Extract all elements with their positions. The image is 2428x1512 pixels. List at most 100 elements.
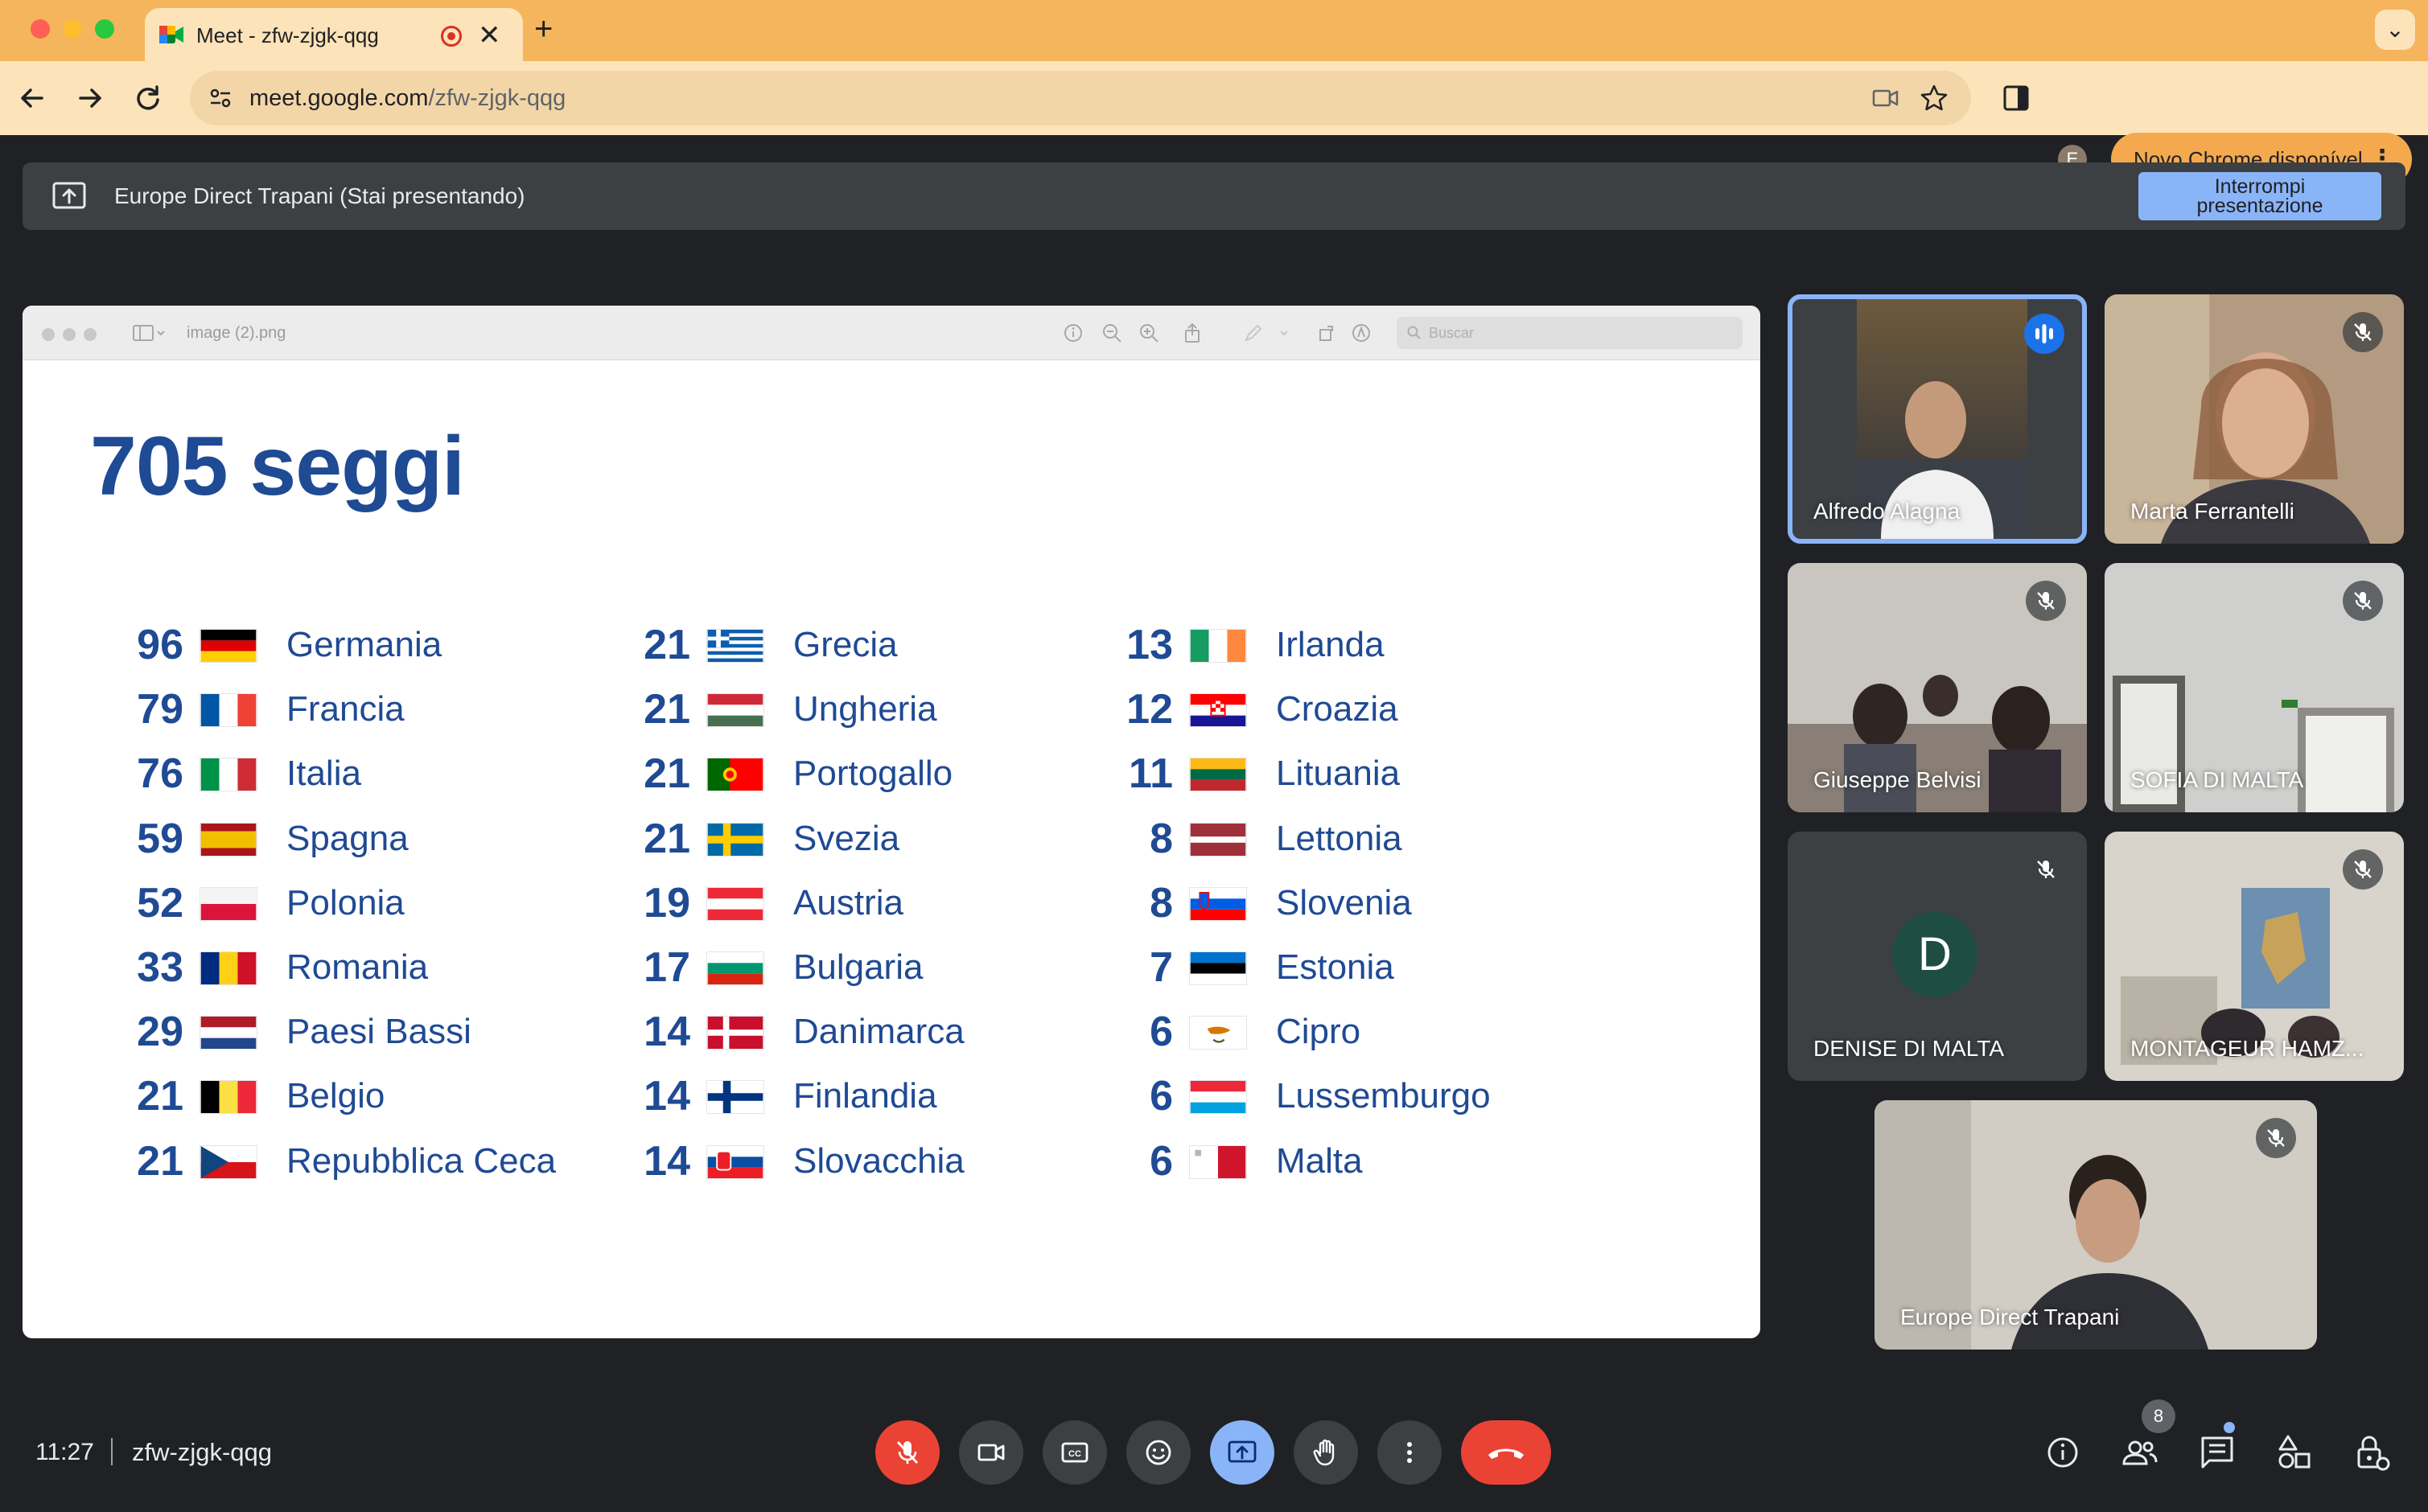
- participant-name: DENISE DI MALTA: [1813, 1036, 2005, 1061]
- country-row-cyprus: 6 Cipro: [1101, 1008, 1551, 1056]
- muted-mic-icon: [2343, 849, 2383, 890]
- country-name: Malta: [1276, 1140, 1363, 1181]
- participant-name: Giuseppe Belvisi: [1813, 767, 1981, 792]
- people-button[interactable]: [2117, 1430, 2163, 1475]
- reload-icon[interactable]: [127, 77, 169, 119]
- country-row-greece: 21 Grecia: [618, 621, 1068, 669]
- country-name: Francia: [286, 689, 405, 729]
- raise-hand-button[interactable]: [1294, 1420, 1358, 1485]
- tab-search-button[interactable]: ⌄: [2375, 10, 2415, 50]
- seat-count: 6: [1150, 1073, 1173, 1120]
- reactions-button[interactable]: [1126, 1420, 1191, 1485]
- meeting-details-button[interactable]: [2040, 1430, 2085, 1475]
- participant-tile-europe-direct-trapani[interactable]: Europe Direct Trapani: [1874, 1100, 2317, 1350]
- muted-mic-icon: [2026, 849, 2066, 890]
- flag-france-icon: [200, 693, 257, 728]
- browser-tab-bar: Meet - zfw-zjgk-qqg ✕ + ⌄: [0, 0, 2428, 61]
- window-minimize-button[interactable]: [63, 19, 82, 39]
- country-row-slovakia: 14 Slovacchia: [618, 1137, 1068, 1185]
- country-name: Lituania: [1276, 754, 1401, 794]
- seat-count: 7: [1150, 944, 1173, 991]
- meeting-code: zfw-zjgk-qqg: [132, 1438, 272, 1466]
- viewer-search-placeholder: Buscar: [1429, 325, 1475, 341]
- viewer-info-icon: [1064, 324, 1082, 342]
- flag-estonia-icon: [1189, 951, 1247, 985]
- country-name: Austria: [793, 882, 903, 922]
- participant-tile-marta-ferrantelli[interactable]: Marta Ferrantelli: [2105, 294, 2404, 544]
- country-name: Spagna: [286, 818, 409, 858]
- stop-presenting-label-line1: Interrompi: [2214, 175, 2306, 198]
- seat-count: 14: [644, 1073, 690, 1120]
- muted-mic-icon: [2343, 581, 2383, 621]
- country-row-slovenia: 8 Slovenia: [1101, 879, 1551, 927]
- bookmark-star-icon[interactable]: [1918, 82, 1950, 114]
- country-row-lithuania: 11 Lituania: [1101, 750, 1551, 798]
- stop-presenting-button[interactable]: Interrompi presentazione: [2138, 172, 2381, 220]
- present-screen-icon: [52, 182, 86, 209]
- browser-tab-meet[interactable]: Meet - zfw-zjgk-qqg ✕: [145, 8, 523, 61]
- country-name: Svezia: [793, 818, 900, 858]
- country-name: Italia: [286, 754, 361, 794]
- camera-toggle-button[interactable]: [959, 1420, 1023, 1485]
- flag-malta-icon: [1189, 1144, 1247, 1179]
- speaking-indicator-icon: [2024, 314, 2064, 354]
- country-row-germany: 96 Germania: [111, 621, 562, 669]
- flag-slovenia-icon: [1189, 886, 1247, 921]
- side-panel-icon[interactable]: [1997, 79, 2035, 117]
- google-meet-favicon-icon: [159, 26, 183, 43]
- seat-count: 14: [644, 1009, 690, 1056]
- new-tab-button[interactable]: +: [534, 13, 553, 45]
- flag-germany-icon: [200, 629, 257, 663]
- host-controls-button[interactable]: [2349, 1430, 2394, 1475]
- flag-luxembourg-icon: [1189, 1080, 1247, 1115]
- present-screen-icon: [1228, 1440, 1257, 1463]
- flag-czechia-icon: [200, 1144, 257, 1179]
- country-name: Grecia: [793, 625, 898, 664]
- window-close-button[interactable]: [31, 19, 50, 39]
- country-row-poland: 52 Polonia: [111, 879, 562, 927]
- country-row-france: 79 Francia: [111, 685, 562, 733]
- country-name: Belgio: [286, 1076, 385, 1116]
- country-row-ireland: 13 Irlanda: [1101, 621, 1551, 669]
- participant-tile-sofia-di-malta[interactable]: SOFIA DI MALTA: [2105, 563, 2404, 812]
- address-bar[interactable]: meet.google.com/zfw-zjgk-qqg: [190, 71, 1971, 125]
- seat-count: 29: [137, 1009, 183, 1056]
- microphone-toggle-button[interactable]: [875, 1420, 940, 1485]
- flag-ireland-icon: [1189, 629, 1247, 663]
- captions-button[interactable]: CC: [1043, 1420, 1107, 1485]
- back-arrow-icon[interactable]: [11, 77, 53, 119]
- tab-close-button[interactable]: ✕: [478, 18, 501, 53]
- people-count-badge: 8: [2142, 1399, 2175, 1433]
- flag-portugal-icon: [706, 758, 764, 792]
- viewer-zoom-out-icon: [1103, 324, 1121, 343]
- participant-tile-giuseppe-belvisi[interactable]: Giuseppe Belvisi: [1788, 563, 2087, 812]
- country-row-czechia: 21 Repubblica Ceca: [111, 1137, 562, 1185]
- more-vert-icon: [1407, 1442, 1412, 1463]
- emoji-icon: [1146, 1440, 1171, 1465]
- seat-count: 96: [137, 622, 183, 668]
- participant-tile-montageur[interactable]: MONTAGEUR HAMZ...: [2105, 832, 2404, 1081]
- more-options-button[interactable]: [1377, 1420, 1442, 1485]
- country-name: Germania: [286, 625, 442, 664]
- shared-screen: image (2).png Buscar 705 seggi 96 Germani…: [23, 306, 1760, 1338]
- camera-in-use-icon[interactable]: [1870, 82, 1902, 114]
- chat-button[interactable]: [2195, 1430, 2240, 1475]
- activities-button[interactable]: [2272, 1430, 2317, 1475]
- present-screen-button[interactable]: [1210, 1420, 1274, 1485]
- viewer-file-name: image (2).png: [187, 324, 286, 342]
- recording-icon: [441, 26, 462, 47]
- viewer-share-icon: [1185, 323, 1200, 343]
- forward-arrow-icon[interactable]: [69, 77, 111, 119]
- window-zoom-button[interactable]: [95, 19, 114, 39]
- site-settings-icon[interactable]: [208, 85, 233, 111]
- country-row-bulgaria: 17 Bulgaria: [618, 943, 1068, 992]
- country-row-luxembourg: 6 Lussemburgo: [1101, 1072, 1551, 1120]
- viewer-markup-icon: [1245, 324, 1262, 342]
- country-name: Paesi Bassi: [286, 1012, 471, 1052]
- participant-tile-alfredo-alagna[interactable]: Alfredo Alagna: [1788, 294, 2087, 544]
- country-name: Estonia: [1276, 947, 1394, 987]
- leave-call-button[interactable]: [1461, 1420, 1551, 1485]
- seat-count: 59: [137, 815, 183, 862]
- participant-tile-denise-di-malta[interactable]: D DENISE DI MALTA: [1788, 832, 2087, 1081]
- country-row-spain: 59 Spagna: [111, 815, 562, 863]
